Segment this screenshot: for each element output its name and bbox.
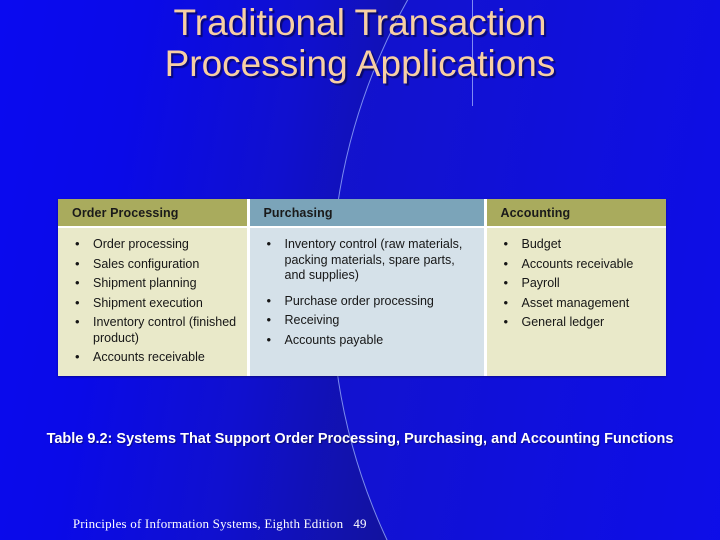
list-item: Inventory control (raw materials, packin… <box>258 236 476 284</box>
order-processing-list: Order processing Sales configuration Shi… <box>66 236 239 366</box>
list-item: Shipment execution <box>66 295 239 312</box>
list-item: Budget <box>495 236 659 253</box>
table-header-accounting: Accounting <box>485 199 666 227</box>
table-caption: Table 9.2: Systems That Support Order Pr… <box>46 431 674 447</box>
purchasing-list: Inventory control (raw materials, packin… <box>258 236 476 349</box>
slide: Traditional Transaction Processing Appli… <box>0 0 720 540</box>
list-item: Payroll <box>495 275 659 292</box>
footer-book-title: Principles of Information Systems, Eight… <box>72 516 344 531</box>
table-row: Order processing Sales configuration Shi… <box>58 226 666 376</box>
list-item: Purchase order processing <box>258 293 476 310</box>
table-cell-purchasing: Inventory control (raw materials, packin… <box>248 226 487 376</box>
slide-title: Traditional Transaction Processing Appli… <box>164 2 556 84</box>
accounting-list: Budget Accounts receivable Payroll Asset… <box>495 236 659 331</box>
table-cell-accounting: Budget Accounts receivable Payroll Asset… <box>485 226 666 376</box>
list-item: Accounts payable <box>258 332 476 349</box>
list-item: Asset management <box>495 295 659 312</box>
list-item: Receiving <box>258 312 476 329</box>
list-item: Inventory control (finished product) <box>66 314 239 346</box>
slide-footer: Principles of Information Systems, Eight… <box>59 500 367 540</box>
list-item: Shipment planning <box>66 275 239 292</box>
table-cell-order-processing: Order processing Sales configuration Shi… <box>58 226 250 376</box>
list-item: Accounts receivable <box>495 256 659 273</box>
table-header-purchasing: Purchasing <box>248 199 487 227</box>
list-item: Accounts receivable <box>66 349 239 366</box>
table-header-row: Order Processing Purchasing Accounting <box>58 199 666 227</box>
footer-page-number: 49 <box>353 516 367 531</box>
list-item: Order processing <box>66 236 239 253</box>
list-item: Sales configuration <box>66 256 239 273</box>
list-item: General ledger <box>495 314 659 331</box>
table-body: Order processing Sales configuration Shi… <box>58 226 666 376</box>
table-header-order-processing: Order Processing <box>58 199 250 227</box>
transaction-processing-table: Order Processing Purchasing Accounting O… <box>58 199 666 376</box>
